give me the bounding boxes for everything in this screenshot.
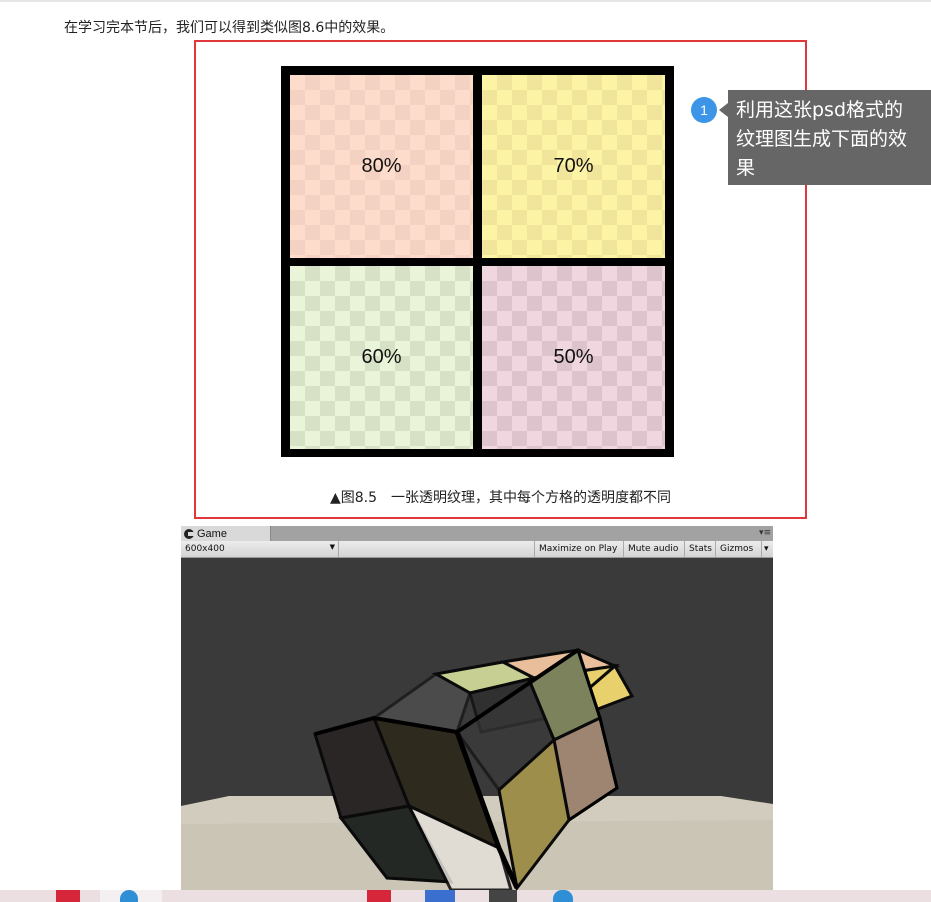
- chevron-down-icon: ▼: [329, 543, 335, 551]
- taskbar-strip: [0, 890, 931, 902]
- cell-label: 70%: [553, 155, 594, 177]
- annotation-line: 利用这张psd格式的: [736, 99, 904, 121]
- tab-menu-icon[interactable]: ▾≡: [759, 527, 771, 539]
- taskbar-app-icon[interactable]: [489, 890, 517, 902]
- resolution-dropdown[interactable]: 600x400 ▼: [181, 541, 339, 557]
- game-tab-bar: Game ▾≡: [181, 526, 773, 541]
- taskbar-app-icon[interactable]: [553, 890, 573, 902]
- cell-label: 50%: [553, 346, 594, 368]
- texture-cell-70: 70%: [482, 75, 665, 258]
- texture-cell-50: 50%: [482, 266, 665, 449]
- annotation-note[interactable]: 利用这张psd格式的 纹理图生成下面的效 果: [728, 90, 931, 185]
- maximize-on-play-button[interactable]: Maximize on Play: [534, 541, 623, 557]
- transparent-texture-figure: 80% 70% 60% 50%: [281, 66, 674, 457]
- resolution-value: 600x400: [185, 544, 225, 554]
- taskbar-app-icon[interactable]: [425, 890, 455, 902]
- annotation-line: 纹理图生成下面的效: [736, 128, 908, 150]
- taskbar-app-icon[interactable]: [120, 890, 138, 902]
- texture-cell-60: 60%: [290, 266, 473, 449]
- figure-caption: ▲图8.5 一张透明纹理，其中每个方格的透明度都不同: [329, 490, 672, 506]
- game-toolbar: 600x400 ▼ Maximize on Play Mute audio St…: [181, 541, 773, 558]
- mute-audio-button[interactable]: Mute audio: [623, 541, 684, 557]
- game-tab[interactable]: Game: [181, 526, 271, 541]
- stats-button[interactable]: Stats: [684, 541, 715, 557]
- game-tab-label: Game: [197, 527, 227, 540]
- pacman-icon: [184, 528, 194, 539]
- top-divider: [0, 0, 931, 2]
- gizmos-button[interactable]: Gizmos: [715, 541, 761, 557]
- game-viewport[interactable]: [181, 558, 773, 890]
- intro-paragraph: 在学习完本节后，我们可以得到类似图8.6中的效果。: [64, 20, 395, 36]
- annotation-line: 果: [736, 157, 756, 179]
- taskbar-app-icon[interactable]: [56, 890, 80, 902]
- annotation-number-badge[interactable]: 1: [691, 97, 717, 123]
- taskbar-app-icon[interactable]: [367, 890, 391, 902]
- texture-cell-80: 80%: [290, 75, 473, 258]
- annotation-pointer: [719, 103, 728, 117]
- cell-label: 60%: [361, 346, 402, 368]
- gizmos-dropdown-icon[interactable]: ▾: [761, 541, 773, 557]
- cell-label: 80%: [361, 155, 402, 177]
- unity-game-window: Game ▾≡ 600x400 ▼ Maximize on Play Mute …: [181, 526, 773, 890]
